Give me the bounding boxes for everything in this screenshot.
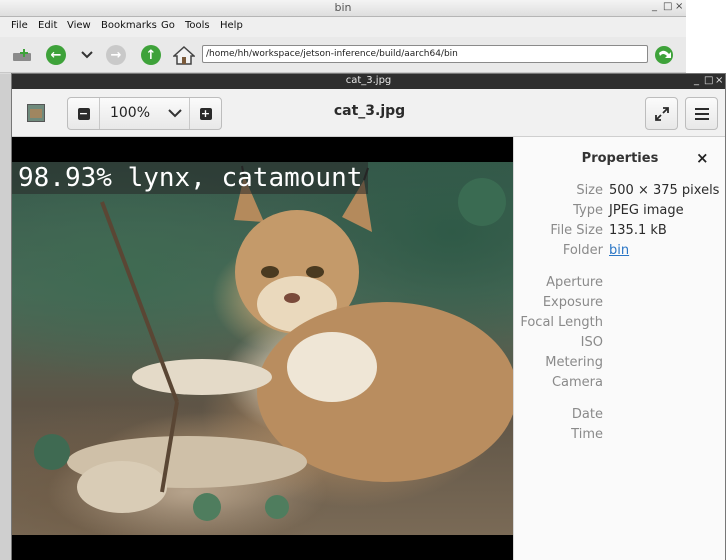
prop-key: Time bbox=[571, 427, 603, 442]
prop-row-type: Type JPEG image bbox=[514, 203, 726, 221]
zoom-level-value[interactable]: 100% bbox=[101, 98, 159, 129]
prop-value: 500 × 375 pixels bbox=[609, 183, 720, 198]
go-icon bbox=[655, 46, 673, 64]
prop-key: Aperture bbox=[546, 275, 603, 290]
menu-view[interactable]: View bbox=[67, 20, 91, 31]
prop-row-file-size: File Size 135.1 kB bbox=[514, 223, 726, 241]
back-icon: ← bbox=[46, 45, 66, 65]
file-manager-titlebar[interactable]: bin _ □ × bbox=[0, 0, 686, 17]
prop-key: Size bbox=[576, 183, 603, 198]
viewer-close-button[interactable]: × bbox=[715, 76, 723, 86]
viewer-window-title: cat_3.jpg bbox=[345, 75, 392, 86]
viewer-minimize-button[interactable]: _ bbox=[694, 76, 699, 86]
zoom-control: − 100% + bbox=[67, 97, 222, 130]
file-manager-title: bin bbox=[334, 1, 352, 14]
zoom-in-icon: + bbox=[199, 106, 212, 120]
history-dropdown-button[interactable] bbox=[75, 43, 99, 67]
menu-button[interactable] bbox=[685, 97, 718, 130]
menu-help[interactable]: Help bbox=[220, 20, 243, 31]
viewer-titlebar[interactable]: cat_3.jpg _ □ × bbox=[12, 74, 725, 89]
viewer-header-title: cat_3.jpg bbox=[333, 103, 406, 119]
folder-link[interactable]: bin bbox=[609, 243, 629, 258]
image-viewer-window: cat_3.jpg _ □ × − 100% + cat_3.jpg 98.93… bbox=[11, 73, 726, 560]
prop-row-focal-length: Focal Length bbox=[514, 315, 726, 333]
prop-key: ISO bbox=[580, 335, 603, 350]
forward-icon: → bbox=[106, 45, 126, 65]
maximize-button[interactable]: □ bbox=[663, 2, 672, 12]
image-canvas[interactable]: 98.93% lynx, catamount bbox=[12, 137, 513, 560]
fullscreen-icon bbox=[654, 106, 669, 121]
prop-row-aperture: Aperture bbox=[514, 275, 726, 293]
prop-key: File Size bbox=[550, 223, 603, 238]
hamburger-menu-icon bbox=[694, 107, 709, 120]
add-tab-icon bbox=[13, 49, 31, 61]
prop-row-camera: Camera bbox=[514, 375, 726, 393]
new-tab-button[interactable] bbox=[10, 43, 34, 67]
location-input[interactable]: /home/hh/workspace/jetson-inference/buil… bbox=[202, 45, 648, 63]
zoom-out-button[interactable]: − bbox=[68, 98, 100, 129]
up-icon: ↑ bbox=[141, 45, 161, 65]
viewer-maximize-button[interactable]: □ bbox=[704, 76, 713, 86]
prop-row-iso: ISO bbox=[514, 335, 726, 353]
prop-value: 135.1 kB bbox=[609, 223, 667, 238]
menu-bookmarks[interactable]: Bookmarks bbox=[101, 20, 157, 31]
go-button[interactable] bbox=[652, 43, 676, 67]
menu-go[interactable]: Go bbox=[161, 20, 175, 31]
fullscreen-button[interactable] bbox=[645, 97, 678, 130]
prop-row-exposure: Exposure bbox=[514, 295, 726, 313]
viewer-header-bar: − 100% + cat_3.jpg bbox=[12, 89, 725, 137]
prop-row-size: Size 500 × 375 pixels bbox=[514, 183, 726, 201]
prop-key: Exposure bbox=[542, 295, 603, 310]
home-icon bbox=[173, 45, 195, 65]
prop-key: Folder bbox=[562, 243, 603, 258]
up-button[interactable]: ↑ bbox=[139, 43, 163, 67]
chevron-down-icon bbox=[81, 51, 93, 59]
properties-title: Properties bbox=[581, 151, 659, 166]
zoom-dropdown-button[interactable] bbox=[162, 98, 188, 129]
prop-key: Metering bbox=[545, 355, 603, 370]
menu-bar: File Edit View Bookmarks Go Tools Help bbox=[0, 17, 686, 37]
zoom-in-button[interactable]: + bbox=[189, 98, 221, 129]
close-icon[interactable]: × bbox=[696, 151, 709, 166]
properties-panel: Properties × Size 500 × 375 pixels Type … bbox=[513, 137, 725, 560]
lynx-illustration bbox=[34, 165, 513, 521]
prop-row-date: Date bbox=[514, 407, 726, 425]
prop-key: Camera bbox=[551, 375, 603, 390]
prop-key: Type bbox=[573, 203, 603, 218]
prop-key: Focal Length bbox=[520, 315, 603, 330]
image-thumbnail-icon bbox=[27, 104, 45, 122]
home-button[interactable] bbox=[172, 43, 196, 67]
prop-value: JPEG image bbox=[609, 203, 684, 218]
prop-row-folder: Folder bin bbox=[514, 243, 726, 261]
minimize-button[interactable]: _ bbox=[652, 2, 657, 12]
menu-edit[interactable]: Edit bbox=[38, 20, 57, 31]
lynx-photo: 98.93% lynx, catamount bbox=[12, 162, 513, 535]
forward-button[interactable]: → bbox=[104, 43, 128, 67]
back-button[interactable]: ← bbox=[44, 43, 68, 67]
gallery-button[interactable] bbox=[27, 104, 45, 122]
prop-row-time: Time bbox=[514, 427, 726, 445]
close-window-button[interactable]: × bbox=[675, 2, 683, 12]
zoom-out-icon: − bbox=[77, 106, 90, 120]
menu-file[interactable]: File bbox=[11, 20, 28, 31]
prop-row-metering: Metering bbox=[514, 355, 726, 373]
classification-label: 98.93% lynx, catamount bbox=[12, 162, 368, 194]
menu-tools[interactable]: Tools bbox=[185, 20, 210, 31]
chevron-down-icon bbox=[168, 109, 182, 118]
prop-key: Date bbox=[571, 407, 603, 422]
